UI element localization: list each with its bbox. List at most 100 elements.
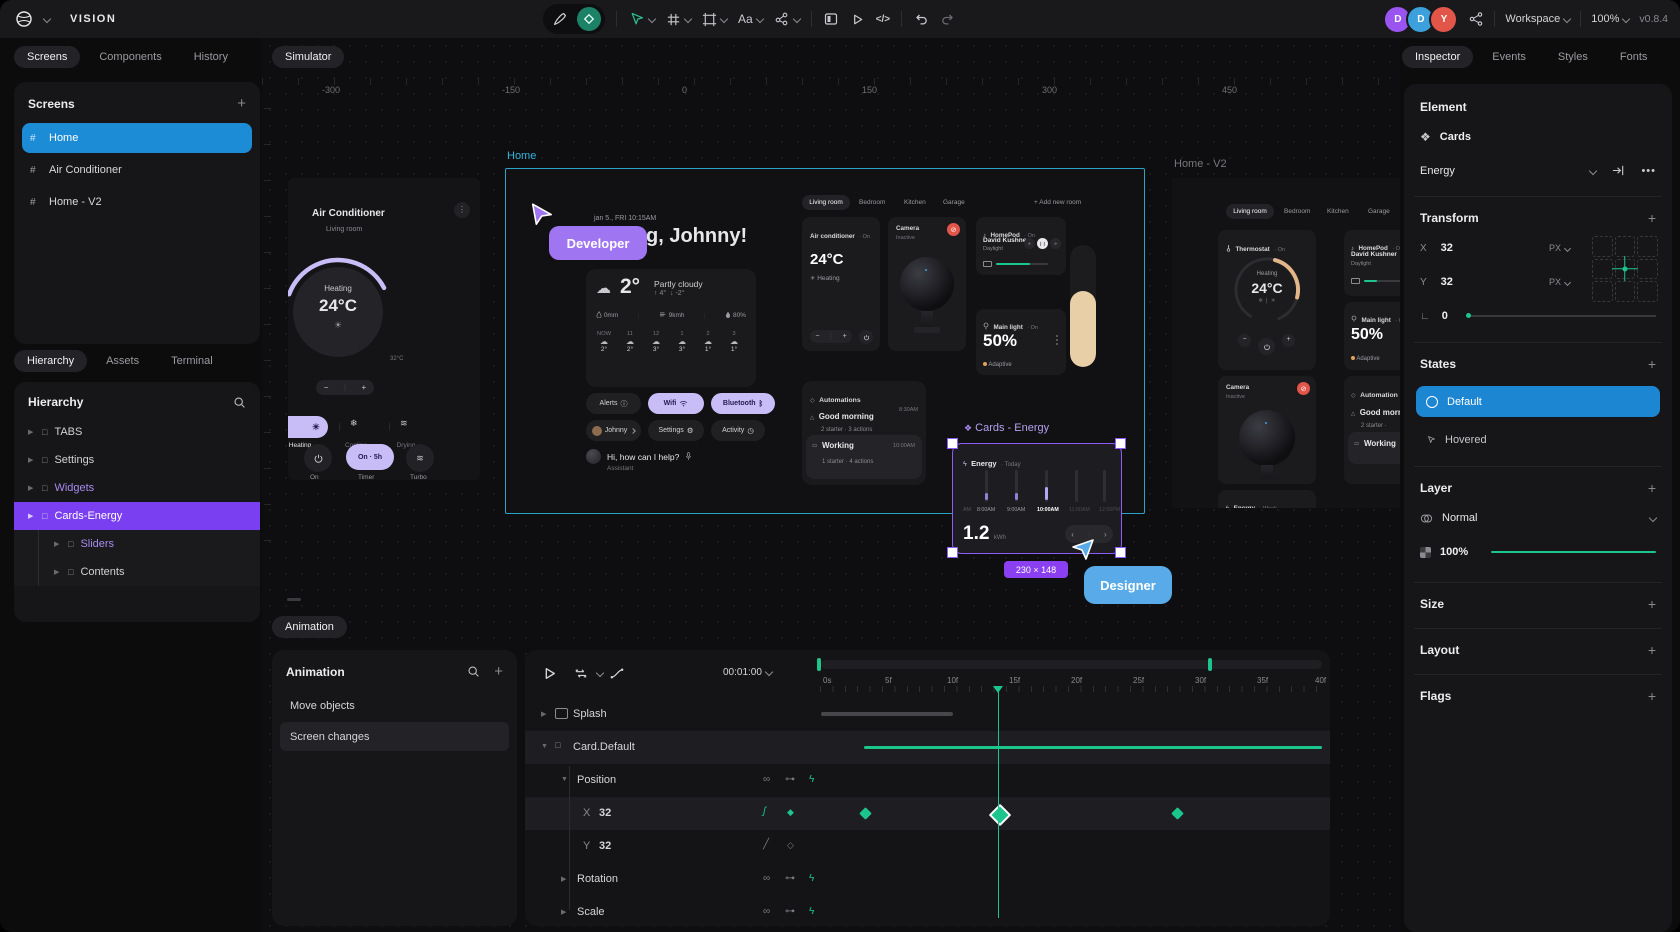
expand-chevron-icon[interactable]: ▶ [541,710,546,718]
collapse-chevron-icon[interactable]: ▼ [561,776,568,783]
johnny-button[interactable]: Johnny [586,420,641,441]
tree-item-settings[interactable]: ▶ □ Settings [14,446,260,474]
keyframe-diamond-icon[interactable]: ◆ [787,807,794,818]
key-link-icon[interactable]: ⊶ [785,906,795,917]
add-flag-button[interactable]: + [1648,688,1656,704]
home-camera-card[interactable]: Camera Inactive ⊘ [888,217,966,351]
v2-room-tab-garage[interactable]: Garage [1368,208,1390,215]
rotation-row[interactable]: ∟ 0 [1420,310,1656,322]
homepod-controls[interactable]: « ❘❘ » [1024,238,1061,249]
animation-item-move-objects[interactable]: Move objects [280,691,509,720]
element-component-row[interactable]: ❖ Cards [1420,130,1656,144]
assistant-row[interactable]: Hi, how can I help? [586,449,692,464]
room-tab-kitchen[interactable]: Kitchen [904,199,926,206]
track-row-scale[interactable] [525,896,1330,926]
code-view-button[interactable]: </> [876,14,890,25]
keyframe-diamond-hollow-icon[interactable]: ◇ [787,840,794,851]
v2-automation-card[interactable]: ◇ Automation △ Good morning 2 starter · … [1344,376,1400,484]
automation-item-working[interactable]: ▭ Working 10:00AM 1 starter · 4 actions [806,435,922,479]
rotation-value[interactable]: 0 [1442,310,1448,322]
expand-chevron-icon[interactable]: ▶ [28,456,35,464]
y-unit-dropdown[interactable]: PX [1549,277,1572,287]
ac-turbo-button[interactable]: ≋ [406,444,434,472]
plus-button[interactable]: + [362,383,367,392]
layout-panel-button[interactable] [823,11,839,27]
tab-inspector[interactable]: Inspector [1402,46,1474,68]
settings-button[interactable]: Settings ⚙ [648,420,704,441]
screen-item-home-v2[interactable]: # Home - V2 [22,187,252,217]
v2-energy-card[interactable]: ϟ Energy · Week [1218,490,1316,508]
expand-chevron-icon[interactable]: ▶ [28,512,35,520]
home-ac-stepper[interactable]: − | + [810,330,852,343]
rotation-slider[interactable] [1465,313,1656,319]
ease-curve-icon[interactable]: ʃ [763,806,766,817]
wifi-button[interactable]: Wifi [648,393,704,414]
add-animation-button[interactable]: + [494,663,503,680]
frame-label-home-v2[interactable]: Home - V2 [1174,158,1227,170]
grid-tool-button[interactable] [666,12,693,27]
workspace-selector[interactable]: Workspace [1505,13,1572,25]
v2-thermostat-minus-button[interactable]: − [1238,334,1251,347]
anchor-point-widget[interactable] [1592,236,1658,302]
v2-room-tab-living-room[interactable]: Living room [1226,204,1274,219]
anchor-cell[interactable] [1592,258,1613,280]
tab-events[interactable]: Events [1479,46,1539,68]
nodes-tool-chevron-icon[interactable] [792,14,801,24]
tree-item-cards-energy[interactable]: ▶ □ Cards-Energy [14,502,260,530]
tab-hierarchy[interactable]: Hierarchy [14,350,88,372]
chevron-right-icon[interactable]: › [1104,530,1107,539]
add-screen-button[interactable]: + [237,95,246,112]
timeline-time-display[interactable]: 00:01:00 [723,667,774,678]
anchor-cell[interactable] [1637,236,1658,257]
tab-components[interactable]: Components [86,46,174,68]
anchor-cell[interactable] [1592,281,1613,302]
element-variant-row[interactable]: Energy ••• [1420,164,1656,177]
linear-icon[interactable]: ╱ [763,839,769,850]
anchor-cell-center[interactable] [1614,258,1636,280]
tab-animation[interactable]: Animation [272,616,347,638]
ac-menu-button[interactable]: ⋮ [454,202,470,218]
grid-tool-chevron-icon[interactable] [683,14,693,24]
shape-tool-button-active[interactable] [577,7,601,31]
splash-clip-bar[interactable] [821,712,953,716]
ac-mode-heating-active[interactable]: ☀ [288,416,328,438]
home-homepod-card[interactable]: ♪ HomePod · On David Kushner Daylight « … [976,217,1066,275]
screen-item-home[interactable]: # Home [22,123,252,153]
opacity-value[interactable]: 100% [1440,546,1468,558]
timeline-range-track[interactable] [821,660,1322,669]
minus-button[interactable]: − [324,383,329,392]
v2-homepod-card[interactable]: ♪ HomePod · On David Kushner Daylight [1344,230,1400,296]
track-value-y[interactable]: 32 [599,840,611,852]
tab-styles[interactable]: Styles [1545,46,1601,68]
avatar-user-3[interactable]: Y [1429,4,1459,34]
preview-play-button[interactable] [850,12,865,27]
bolt-icon[interactable]: ϟ [809,906,814,917]
anchor-cell[interactable] [1614,281,1636,302]
anchor-cell[interactable] [1637,281,1658,302]
track-value-x[interactable]: 32 [599,807,611,819]
pause-button[interactable]: ❘❘ [1037,238,1048,249]
anchor-cell[interactable] [1637,258,1658,280]
frame-home-v2[interactable]: Living room Bedroom Kitchen Garage Therm… [1172,178,1400,508]
v2-automation-item-1[interactable]: △ Good morning 2 starter · [1351,402,1400,429]
key-link-icon[interactable]: ⊶ [785,774,795,785]
automation-item-good-morning[interactable]: △ Good morning 8:30AM 2 starter · 3 acti… [810,406,918,433]
canvas-scrollbar[interactable] [287,598,301,601]
automations-card[interactable]: ◇ Automations △ Good morning 8:30AM 2 st… [802,381,926,485]
timeline-play-button[interactable] [541,665,558,682]
tree-item-sliders[interactable]: ▶ □ Sliders [14,530,260,558]
track-row-x[interactable] [525,797,1330,830]
zoom-selector[interactable]: 100% [1591,13,1631,25]
timeline-curves-button[interactable] [609,666,625,681]
add-room-button[interactable]: + Add new room [1034,199,1081,206]
hierarchy-search-icon[interactable] [233,396,246,409]
more-options-icon[interactable]: ••• [1641,165,1656,177]
v2-thermostat-power-button[interactable] [1258,338,1275,355]
selection-handle-bottom-right[interactable] [1115,547,1126,558]
bluetooth-button[interactable]: Bluetooth ᛒ [711,393,775,414]
x-unit-dropdown[interactable]: PX [1549,243,1572,253]
light-slider-handle[interactable] [1056,335,1058,345]
expand-chevron-icon[interactable]: ▶ [561,875,566,883]
undo-button[interactable] [913,11,929,27]
selection-handle-top-right[interactable] [1115,438,1126,449]
